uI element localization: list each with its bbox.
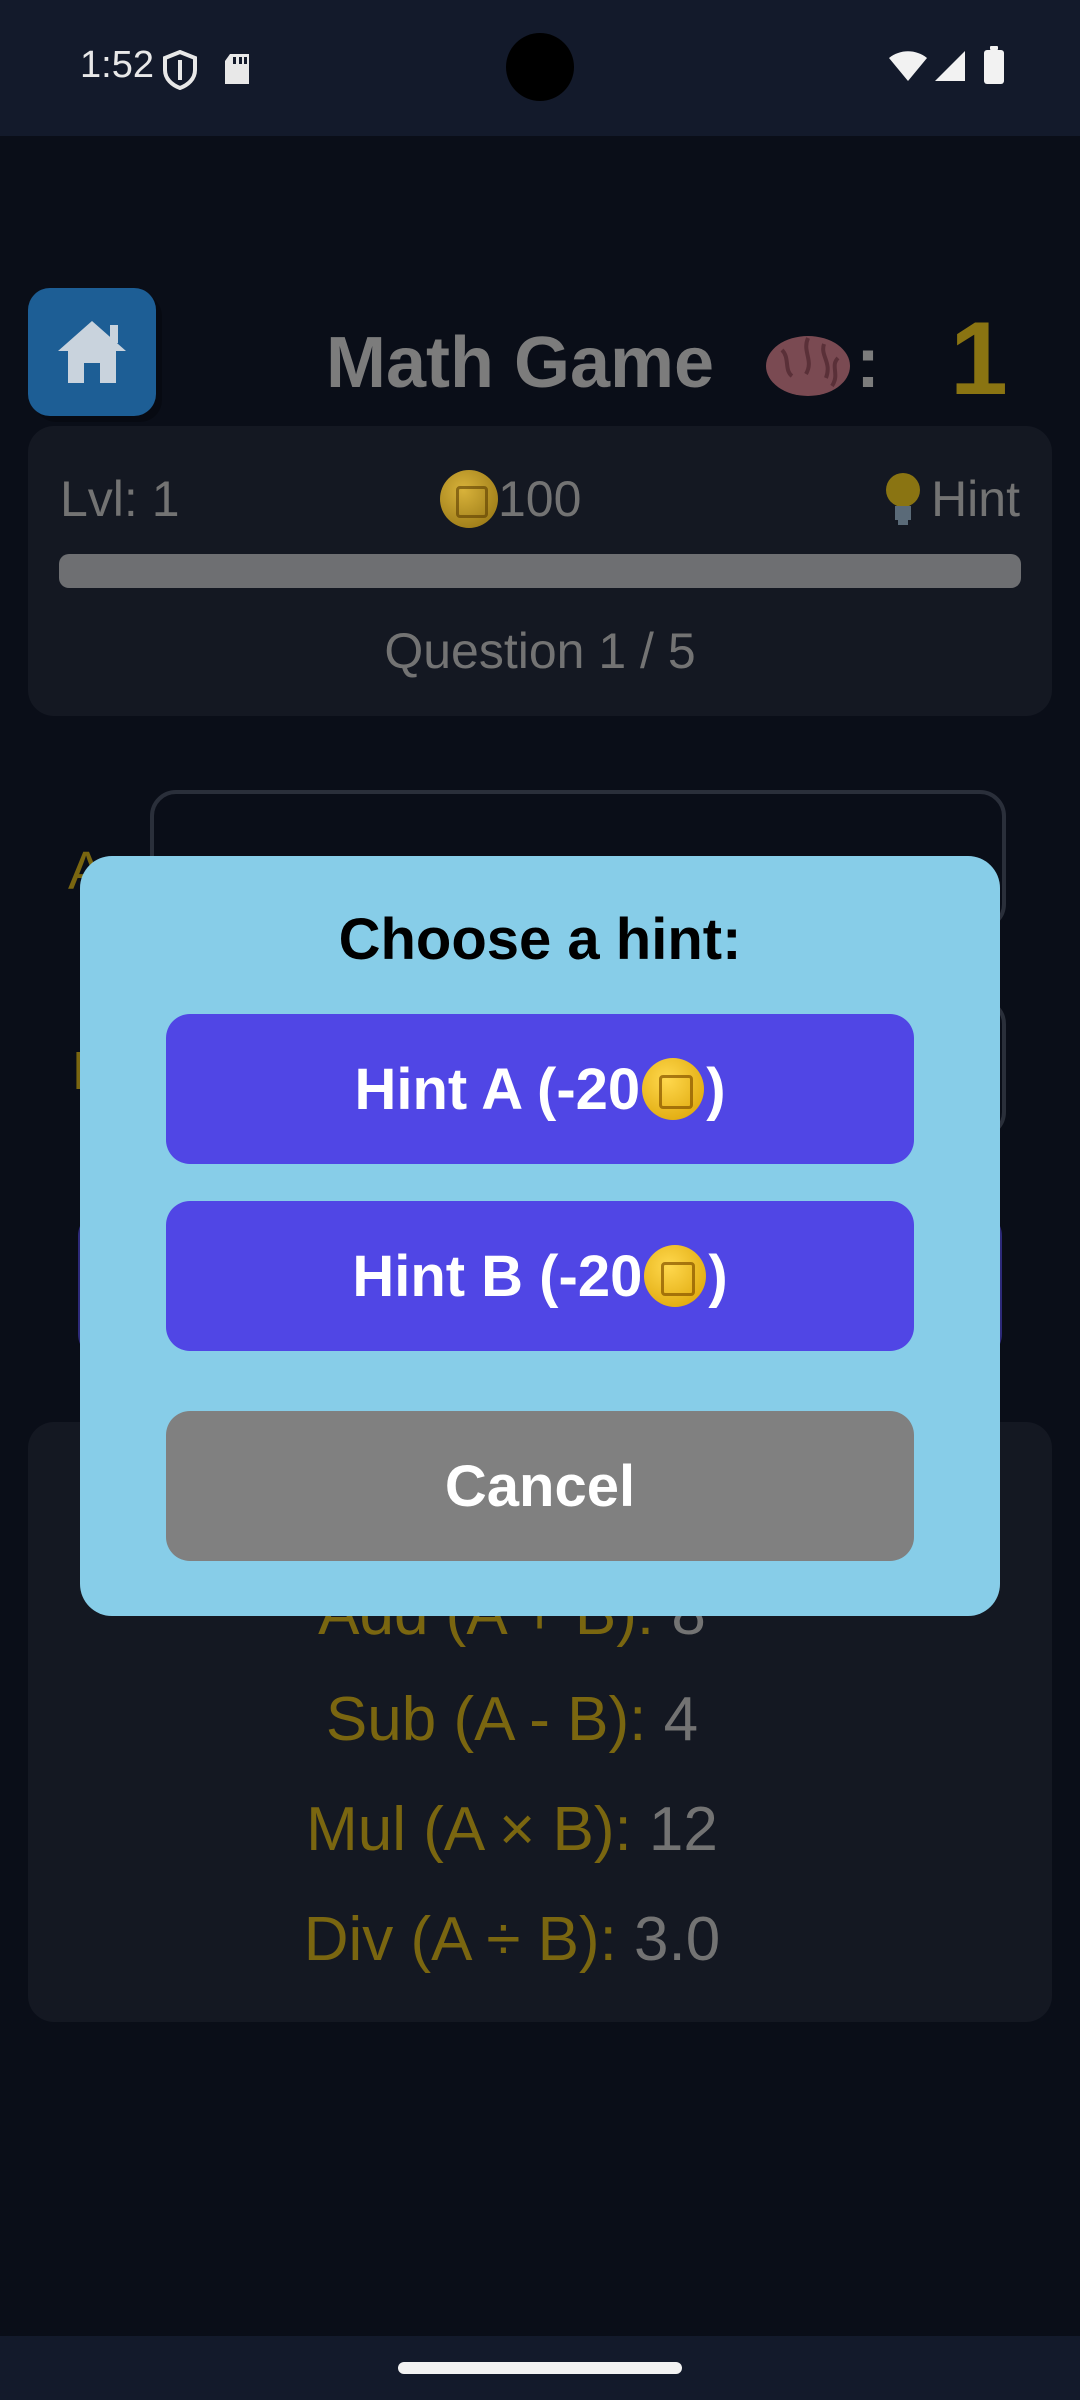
hint-b-button[interactable]: Hint B (-20 ) <box>166 1201 914 1351</box>
coin-count: 100 <box>498 471 582 527</box>
question-counter: Question 1 / 5 <box>384 623 696 679</box>
hint-a-button[interactable]: Hint A (-20 ) <box>166 1014 914 1164</box>
result-mul: Mul (A × B): 12 <box>0 1794 1024 1865</box>
navigation-bar <box>0 2336 1080 2400</box>
home-icon <box>58 321 126 383</box>
coin-balance: 100 <box>440 470 581 528</box>
coin-icon <box>644 1245 707 1307</box>
score-value: 1 <box>950 301 1008 417</box>
result-div-value: 3.0 <box>634 1905 721 1974</box>
result-mul-label: Mul (A × B): <box>306 1795 632 1864</box>
hint-label: Hint <box>931 471 1020 527</box>
hint-button[interactable]: Hint <box>883 470 1020 528</box>
result-div: Div (A ÷ B): 3.0 <box>0 1904 1024 1975</box>
page-title: Math Game <box>326 323 715 403</box>
home-button[interactable] <box>28 288 156 416</box>
hint-b-label: Hint B (-20 <box>352 1243 643 1309</box>
result-sub-label: Sub (A - B): <box>325 1685 647 1754</box>
hint-dialog: Choose a hint: Hint A (-20 ) Hint B (-20… <box>80 856 1000 1616</box>
result-mul-value: 12 <box>648 1795 718 1864</box>
brain-icon <box>766 336 850 396</box>
cancel-button[interactable]: Cancel <box>166 1411 914 1561</box>
lightbulb-icon <box>886 473 921 525</box>
level-label: Lvl: 1 <box>60 471 180 527</box>
hint-a-label: Hint A (-20 <box>354 1056 641 1122</box>
dialog-title: Choose a hint: <box>338 907 742 972</box>
coin-icon <box>440 470 498 528</box>
result-sub-value: 4 <box>663 1685 699 1754</box>
hint-b-close: ) <box>708 1243 728 1309</box>
screen: 1:52 Math Game: 1 Lvl: 1 100 Hint Quest… <box>0 0 1080 2400</box>
coin-icon <box>642 1058 705 1120</box>
home-gesture-handle[interactable] <box>398 2362 682 2374</box>
result-div-label: Div (A ÷ B): <box>303 1905 617 1974</box>
progress-bar <box>59 554 1021 588</box>
title-colon: : <box>856 323 880 403</box>
result-sub: Sub (A - B): 4 <box>0 1684 1024 1755</box>
hint-a-close: ) <box>706 1056 726 1122</box>
stats-card: Lvl: 1 100 Hint Question 1 / 5 <box>28 426 1052 716</box>
